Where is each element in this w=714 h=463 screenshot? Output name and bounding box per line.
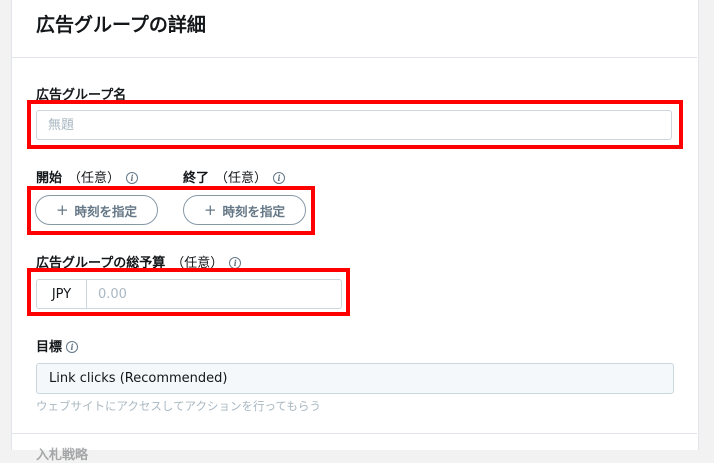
info-icon[interactable]: i bbox=[66, 341, 79, 353]
start-label-row: 開始 （任意） i bbox=[36, 167, 139, 186]
start-optional-text: （任意） bbox=[68, 171, 121, 186]
highlight-box-budget bbox=[27, 268, 350, 316]
objective-select[interactable]: Link clicks (Recommended) bbox=[36, 363, 674, 394]
page-title: 広告グループの詳細 bbox=[36, 14, 206, 36]
start-label: 開始 bbox=[36, 171, 63, 186]
end-optional-text: （任意） bbox=[215, 171, 268, 186]
info-icon[interactable]: i bbox=[126, 172, 139, 184]
objective-helper-text: ウェブサイトにアクセスしてアクションを行ってもらう bbox=[36, 399, 321, 413]
highlight-box-name bbox=[27, 100, 683, 149]
title-divider bbox=[12, 57, 697, 58]
next-section-label: 入札戦略 bbox=[36, 448, 89, 463]
objective-label-row: 目標 i bbox=[36, 336, 79, 355]
end-label-row: 終了 （任意） i bbox=[183, 167, 286, 186]
objective-value: Link clicks (Recommended) bbox=[49, 371, 228, 386]
section-divider bbox=[12, 433, 697, 434]
end-label: 終了 bbox=[183, 171, 210, 186]
info-icon[interactable]: i bbox=[273, 172, 286, 184]
highlight-box-schedule bbox=[27, 186, 315, 235]
objective-label: 目標 bbox=[36, 340, 63, 355]
